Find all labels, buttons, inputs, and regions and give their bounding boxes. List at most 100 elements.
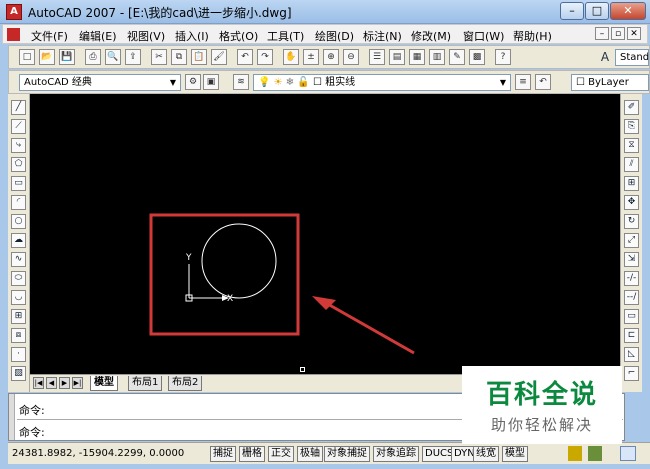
erase-icon[interactable]: ✐: [624, 100, 639, 115]
save-icon[interactable]: 💾: [59, 49, 75, 65]
tab-layout2[interactable]: 布局2: [168, 376, 203, 391]
mirror-icon[interactable]: ⧖: [624, 138, 639, 153]
fillet-icon[interactable]: ⌐: [624, 366, 639, 381]
help-icon[interactable]: ?: [495, 49, 511, 65]
snap-toggle[interactable]: 捕捉: [210, 446, 236, 462]
revcloud-icon[interactable]: ☁: [11, 233, 26, 248]
maximize-button[interactable]: □: [585, 2, 609, 20]
print-icon[interactable]: ⎙: [85, 49, 101, 65]
coordinate-readout[interactable]: 24381.8982, -15904.2299, 0.0000: [12, 448, 184, 459]
osnap-toggle[interactable]: 对象捕捉: [324, 446, 370, 462]
menu-modify[interactable]: 修改(M): [411, 28, 451, 44]
next-tab-button[interactable]: ▶: [59, 377, 70, 389]
copy-icon[interactable]: ⧉: [171, 49, 187, 65]
grip-marker[interactable]: [300, 367, 305, 372]
menu-insert[interactable]: 插入(I): [175, 28, 209, 44]
text-style-icon[interactable]: A: [597, 49, 613, 65]
workspace-save-icon[interactable]: ▣: [203, 74, 219, 90]
menu-help[interactable]: 帮助(H): [513, 28, 552, 44]
doc-restore-button[interactable]: ▫: [611, 27, 625, 40]
drawing-area[interactable]: Y X: [30, 94, 620, 374]
ortho-toggle[interactable]: 正交: [268, 446, 294, 462]
move-icon[interactable]: ✥: [624, 195, 639, 210]
layer-select[interactable]: 💡 ☀ ❄ 🔓 ☐ 粗实线 ▼: [253, 74, 511, 91]
previous-tab-button[interactable]: ◀: [46, 377, 57, 389]
paste-icon[interactable]: 📋: [191, 49, 207, 65]
stretch-icon[interactable]: ⇲: [624, 252, 639, 267]
polygon-icon[interactable]: ⬠: [11, 157, 26, 172]
toolpalettes-icon[interactable]: ▦: [409, 49, 425, 65]
menu-draw[interactable]: 绘图(D): [315, 28, 354, 44]
cut-icon[interactable]: ✂: [151, 49, 167, 65]
insert-block-icon[interactable]: ⊞: [11, 309, 26, 324]
extend-icon[interactable]: --/: [624, 290, 639, 305]
join-icon[interactable]: ⊏: [624, 328, 639, 343]
open-icon[interactable]: 📂: [39, 49, 55, 65]
doc-close-button[interactable]: ✕: [627, 27, 641, 40]
tab-model[interactable]: 模型: [90, 376, 118, 391]
arc-icon[interactable]: ◜: [11, 195, 26, 210]
offset-icon[interactable]: ⫽: [624, 157, 639, 172]
zoom-previous-icon[interactable]: ⊖: [343, 49, 359, 65]
zoom-window-icon[interactable]: ⊕: [323, 49, 339, 65]
grid-toggle[interactable]: 栅格: [239, 446, 265, 462]
menu-edit[interactable]: 编辑(E): [79, 28, 117, 44]
text-style-select[interactable]: Stand: [615, 49, 649, 66]
make-current-layer-icon[interactable]: ≡: [515, 74, 531, 90]
trim-icon[interactable]: -/-: [624, 271, 639, 286]
preview-icon[interactable]: 🔍: [105, 49, 121, 65]
menu-tools[interactable]: 工具(T): [267, 28, 304, 44]
rotate-icon[interactable]: ↻: [624, 214, 639, 229]
autocad-app-icon[interactable]: A: [6, 4, 22, 20]
publish-icon[interactable]: ⇪: [125, 49, 141, 65]
pan-icon[interactable]: ✋: [283, 49, 299, 65]
clean-screen-icon[interactable]: [620, 446, 636, 461]
sheetset-icon[interactable]: ▥: [429, 49, 445, 65]
new-icon[interactable]: □: [19, 49, 35, 65]
quickcalc-icon[interactable]: ▩: [469, 49, 485, 65]
scale-icon[interactable]: ⤢: [624, 233, 639, 248]
color-select[interactable]: ☐ ByLayer: [571, 74, 649, 91]
matchprop-icon[interactable]: 🖌: [211, 49, 227, 65]
xline-icon[interactable]: ⟋: [11, 119, 26, 134]
circle-object[interactable]: [201, 223, 277, 299]
menu-view[interactable]: 视图(V): [127, 28, 165, 44]
markup-icon[interactable]: ✎: [449, 49, 465, 65]
menu-window[interactable]: 窗口(W): [463, 28, 504, 44]
line-icon[interactable]: ╱: [11, 100, 26, 115]
ellipse-icon[interactable]: ⬭: [11, 271, 26, 286]
first-tab-button[interactable]: |◀: [33, 377, 44, 389]
spline-icon[interactable]: ∿: [11, 252, 26, 267]
menu-format[interactable]: 格式(O): [219, 28, 258, 44]
last-tab-button[interactable]: ▶|: [72, 377, 83, 389]
point-icon[interactable]: ·: [11, 347, 26, 362]
break-icon[interactable]: ▭: [624, 309, 639, 324]
workspace-select[interactable]: AutoCAD 经典 ▼: [19, 74, 181, 91]
minimize-button[interactable]: –: [560, 2, 584, 20]
close-button[interactable]: ✕: [610, 2, 646, 20]
menu-dimension[interactable]: 标注(N): [363, 28, 402, 44]
make-block-icon[interactable]: ⧈: [11, 328, 26, 343]
polyline-icon[interactable]: ⤷: [11, 138, 26, 153]
ellipse-arc-icon[interactable]: ◡: [11, 290, 26, 305]
command-prompt[interactable]: 命令:: [19, 424, 45, 440]
layer-manager-icon[interactable]: ≋: [233, 74, 249, 90]
designcenter-icon[interactable]: ▤: [389, 49, 405, 65]
otrack-toggle[interactable]: 对象追踪: [373, 446, 419, 462]
undo-icon[interactable]: ↶: [237, 49, 253, 65]
workspace-settings-icon[interactable]: ⚙: [185, 74, 201, 90]
circle-icon[interactable]: ○: [11, 214, 26, 229]
polar-toggle[interactable]: 极轴: [297, 446, 323, 462]
command-grip[interactable]: [9, 394, 15, 440]
properties-icon[interactable]: ☰: [369, 49, 385, 65]
redo-icon[interactable]: ↷: [257, 49, 273, 65]
doc-minimize-button[interactable]: –: [595, 27, 609, 40]
menu-file[interactable]: 文件(F): [31, 28, 68, 44]
copy-object-icon[interactable]: ⎘: [624, 119, 639, 134]
chamfer-icon[interactable]: ◺: [624, 347, 639, 362]
annotation-scale-icon[interactable]: [568, 446, 582, 461]
rectangle-icon[interactable]: ▭: [11, 176, 26, 191]
layer-previous-icon[interactable]: ↶: [535, 74, 551, 90]
lineweight-toggle[interactable]: 线宽: [473, 446, 499, 462]
tab-layout1[interactable]: 布局1: [128, 376, 163, 391]
